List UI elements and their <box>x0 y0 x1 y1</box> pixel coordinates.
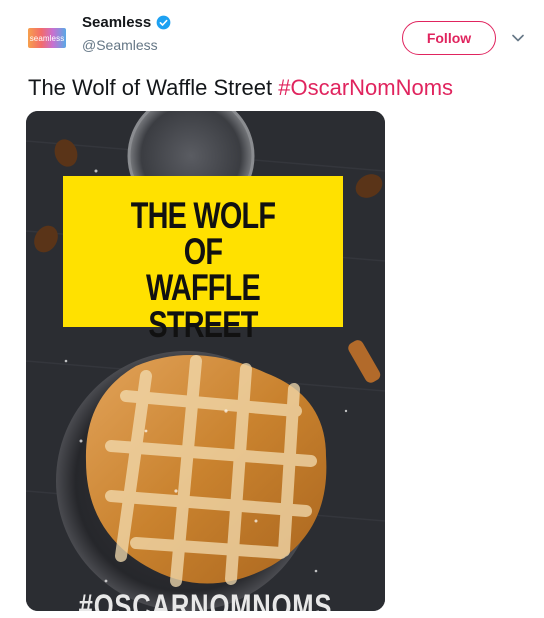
title-poster: THE WOLF OF WAFFLE STREET <box>63 176 343 343</box>
tweet-body-text: The Wolf of Waffle Street <box>28 75 279 100</box>
more-options-caret[interactable] <box>508 28 528 48</box>
image-hashtag-overlay: #OSCARNOMNOMS <box>78 588 333 611</box>
tweet-card: seamless Seamless @Seamless Follow The W… <box>0 0 544 618</box>
avatar[interactable]: seamless <box>28 28 66 48</box>
verified-badge-icon <box>156 15 171 30</box>
hashtag-link[interactable]: #OscarNomNoms <box>278 75 453 100</box>
user-handle[interactable]: @Seamless <box>82 37 158 53</box>
tweet-image[interactable]: THE WOLF OF WAFFLE STREET #OSCARNOMNOMS <box>26 111 385 611</box>
chevron-down-icon <box>512 34 524 42</box>
poster-line: THE WOLF <box>130 195 276 236</box>
display-name[interactable]: Seamless <box>82 14 151 31</box>
display-name-row[interactable]: Seamless <box>82 14 171 31</box>
tweet-text: The Wolf of Waffle Street #OscarNomNoms <box>28 75 453 101</box>
poster-line: WAFFLE STREET <box>146 267 261 345</box>
poster-line: OF <box>183 231 223 272</box>
avatar-logo-text: seamless <box>29 33 65 43</box>
follow-button[interactable]: Follow <box>402 21 496 55</box>
